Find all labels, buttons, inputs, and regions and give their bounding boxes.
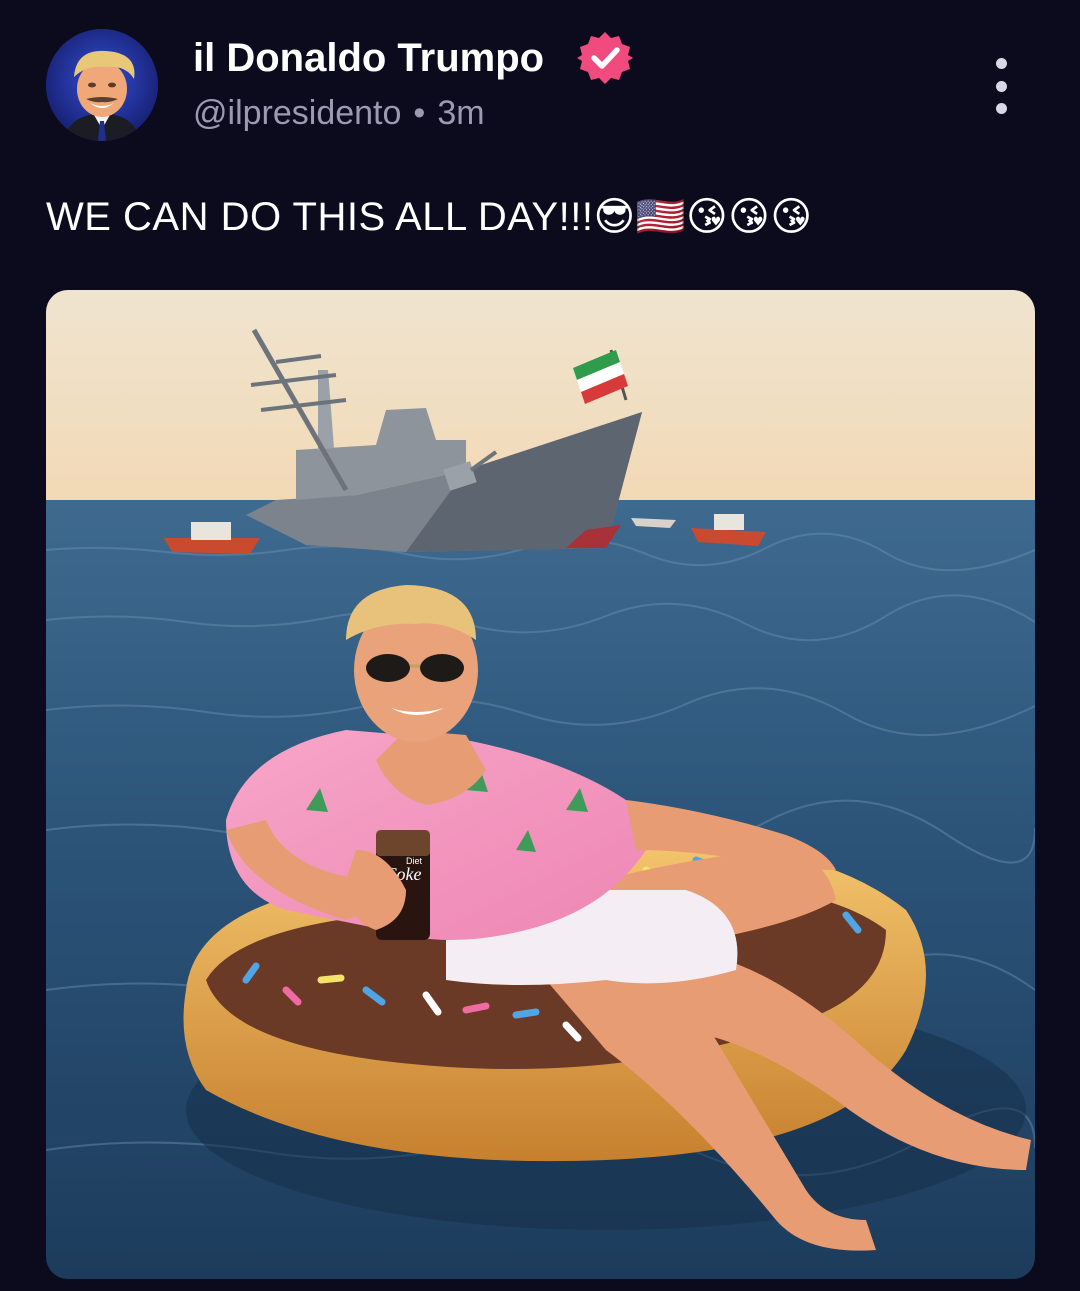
verified-badge-icon bbox=[577, 30, 633, 86]
cup-sublabel: Diet bbox=[406, 856, 423, 866]
more-options-button[interactable] bbox=[984, 58, 1018, 114]
handle[interactable]: @ilpresidento bbox=[193, 94, 401, 132]
post-header: il Donaldo Trumpo @ilpresidento • 3m bbox=[0, 0, 1080, 160]
post-text: WE CAN DO THIS ALL DAY!!!😎🇺🇸😘😘😘 bbox=[46, 193, 813, 240]
more-vertical-icon bbox=[995, 58, 1007, 69]
post-meta: @ilpresidento • 3m bbox=[193, 94, 485, 133]
meta-separator: • bbox=[413, 94, 426, 132]
post-image[interactable]: Coke Diet bbox=[46, 290, 1035, 1279]
post-text-body: WE CAN DO THIS ALL DAY!!! bbox=[46, 195, 594, 239]
display-name[interactable]: il Donaldo Trumpo bbox=[193, 36, 544, 81]
post-image-illustration: Coke Diet bbox=[46, 290, 1035, 1279]
timestamp[interactable]: 3m bbox=[437, 94, 484, 132]
post-emojis: 😎🇺🇸😘😘😘 bbox=[593, 194, 813, 240]
avatar[interactable] bbox=[46, 29, 158, 141]
avatar-photo-icon bbox=[46, 29, 158, 141]
